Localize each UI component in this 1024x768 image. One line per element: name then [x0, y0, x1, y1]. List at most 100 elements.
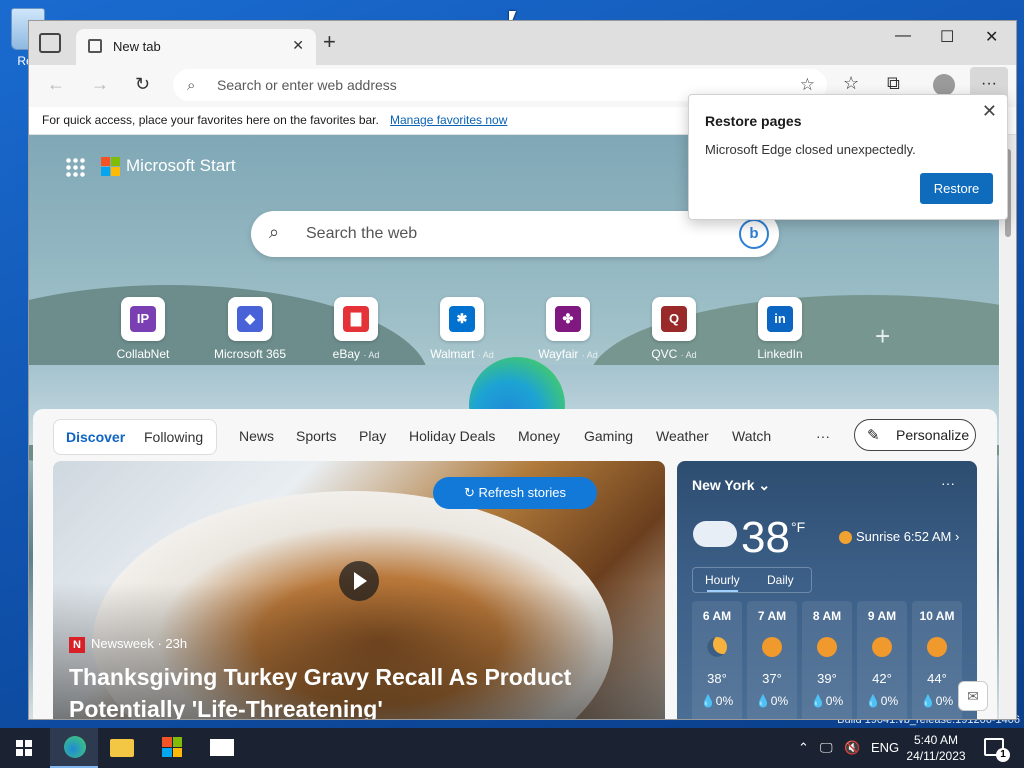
tab-new-tab[interactable]: New tab ✕	[76, 29, 316, 65]
forecast-time: 6 AM	[702, 609, 732, 623]
quick-link-icon: ◆	[228, 297, 272, 341]
quick-link-tile[interactable]: in LinkedIn	[730, 297, 830, 361]
page-scrollbar[interactable]	[1000, 135, 1016, 719]
tab-hourly[interactable]: Hourly	[705, 573, 740, 592]
bing-chat-icon[interactable]: b	[739, 219, 769, 249]
tab-daily[interactable]: Daily	[767, 573, 794, 587]
sun-icon	[872, 637, 892, 657]
network-icon[interactable]: 🖵	[820, 740, 833, 756]
quick-link-tile[interactable]: ▇ eBay · Ad	[306, 297, 406, 361]
story-source: N Newsweek · 23h	[69, 636, 187, 653]
feed-nav-item[interactable]: Money	[518, 428, 560, 444]
feed-more-icon[interactable]: ···	[816, 428, 830, 444]
volume-muted-icon[interactable]: 🔇	[844, 740, 860, 756]
weather-card[interactable]: New York ⌄ ··· 38 °F Sunrise 6:52 AM › H…	[677, 461, 977, 719]
feed-nav-item[interactable]: Gaming	[584, 428, 633, 444]
weather-more-icon[interactable]: ···	[941, 475, 955, 491]
taskbar-mail-button[interactable]	[198, 728, 246, 768]
show-hidden-icons-icon[interactable]: ⌃	[798, 740, 809, 756]
story-source-text: Newsweek · 23h	[91, 636, 188, 651]
close-tab-icon[interactable]: ✕	[292, 37, 304, 54]
favorites-icon[interactable]: ☆	[843, 73, 859, 94]
add-shortcut-icon[interactable]: +	[875, 321, 890, 352]
feed-toggle: Discover Following	[53, 419, 217, 455]
refresh-label: Refresh stories	[478, 485, 566, 500]
quick-link-label: Wayfair	[538, 347, 579, 361]
quick-link-tile[interactable]: ◆ Microsoft 365	[200, 297, 300, 361]
quick-link-icon: IP	[121, 297, 165, 341]
hourly-forecast-column[interactable]: 8 AM 39° 💧0%	[802, 601, 852, 719]
tab-title: New tab	[113, 39, 161, 54]
manage-favorites-link[interactable]: Manage favorites now	[390, 113, 507, 127]
newsweek-logo-icon: N	[69, 636, 85, 653]
quick-link-glyph: ✱	[449, 306, 475, 332]
minimize-icon[interactable]: —	[895, 27, 911, 45]
close-window-icon[interactable]: ✕	[985, 27, 998, 47]
quick-link-tile[interactable]: ✱ Walmart · Ad	[412, 297, 512, 361]
system-clock[interactable]: 5:40 AM 24/11/2023	[898, 732, 974, 764]
tab-following[interactable]: Following	[144, 429, 203, 445]
top-story-card[interactable]: ↻ Refresh stories N Newsweek · 23h Thanks…	[53, 461, 665, 719]
new-tab-page-icon	[88, 39, 102, 53]
feed-nav-item[interactable]: Watch	[732, 428, 771, 444]
ad-label: · Ad	[581, 350, 598, 360]
taskbar-explorer-button[interactable]	[98, 728, 146, 768]
quick-link-tile[interactable]: IP CollabNet	[93, 297, 193, 361]
story-headline[interactable]: Thanksgiving Turkey Gravy Recall As Prod…	[69, 661, 629, 719]
dialog-message: Microsoft Edge closed unexpectedly.	[705, 142, 916, 157]
dialog-title: Restore pages	[705, 113, 802, 129]
temperature-unit[interactable]: °F	[791, 519, 805, 535]
collections-icon[interactable]: ⧉	[887, 73, 900, 94]
hourly-forecast-column[interactable]: 10 AM 44° 💧0%	[912, 601, 962, 719]
forecast-temp: 42°	[872, 671, 892, 686]
quick-link-label: LinkedIn	[757, 347, 803, 361]
search-icon: ⌕	[269, 222, 280, 242]
cloudy-icon	[693, 521, 737, 547]
tab-actions-icon[interactable]	[39, 33, 61, 53]
dialog-close-icon[interactable]: ✕	[982, 101, 997, 122]
quick-link-tile[interactable]: Q QVC · Ad	[624, 297, 724, 361]
restore-button[interactable]: Restore	[920, 173, 993, 204]
quick-link-tile[interactable]: ✤ Wayfair · Ad	[518, 297, 618, 361]
quick-link-label: QVC	[651, 347, 678, 361]
feed-nav-item[interactable]: Weather	[656, 428, 709, 444]
feed-panel: Discover Following News Sports Play Holiday…	[33, 409, 997, 719]
tab-discover[interactable]: Discover	[66, 429, 125, 445]
quick-link-glyph: ✤	[555, 306, 581, 332]
back-arrow-icon[interactable]: ←	[47, 74, 65, 95]
app-launcher-icon[interactable]	[65, 157, 85, 177]
hourly-forecast-column[interactable]: 7 AM 37° 💧0%	[747, 601, 797, 719]
web-search-placeholder: Search the web	[306, 225, 418, 242]
feed-nav-item[interactable]: Sports	[296, 428, 336, 444]
taskbar-edge-button[interactable]	[50, 728, 98, 768]
profile-avatar[interactable]	[933, 74, 955, 96]
language-indicator[interactable]: ENG	[871, 740, 899, 755]
hourly-forecast-column[interactable]: 9 AM 42° 💧0%	[857, 601, 907, 719]
play-video-icon[interactable]	[339, 561, 379, 601]
windows-start-icon[interactable]	[16, 740, 32, 756]
refresh-stories-button[interactable]: ↻ Refresh stories	[433, 477, 597, 509]
forecast-temp: 37°	[762, 671, 782, 686]
maximize-icon[interactable]: ☐	[940, 27, 954, 47]
search-icon: ⌕	[187, 77, 196, 94]
taskbar-store-button[interactable]	[148, 728, 196, 768]
quick-link-glyph: in	[767, 306, 793, 332]
hourly-forecast-column[interactable]: 6 AM 38° 💧0%	[692, 601, 742, 719]
forecast-precip: 💧0%	[920, 694, 954, 708]
action-center-icon[interactable]: 1	[984, 738, 1010, 762]
new-tab-plus-icon[interactable]: +	[323, 31, 336, 53]
feed-nav-item[interactable]: Holiday Deals	[409, 428, 495, 444]
refresh-icon[interactable]: ↻	[135, 74, 150, 95]
feed-nav-item[interactable]: Play	[359, 428, 386, 444]
feedback-icon[interactable]: ✉	[958, 681, 988, 711]
clock-time: 5:40 AM	[913, 733, 959, 747]
forward-arrow-icon[interactable]: →	[91, 74, 109, 95]
personalize-button[interactable]: ✎ Personalize	[854, 419, 976, 451]
favorites-bar-message: For quick access, place your favorites h…	[42, 113, 379, 127]
weather-city[interactable]: New York ⌄	[692, 477, 770, 494]
feed-nav-item[interactable]: News	[239, 428, 274, 444]
quick-link-glyph: ▇	[343, 306, 369, 332]
sunrise-info[interactable]: Sunrise 6:52 AM ›	[839, 529, 959, 545]
add-favorite-icon[interactable]: ☆	[800, 75, 815, 95]
clock-date: 24/11/2023	[906, 749, 966, 763]
